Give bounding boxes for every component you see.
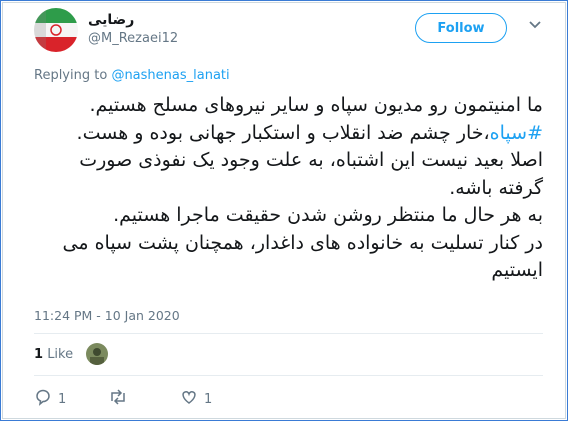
likes-label: Like <box>47 347 74 362</box>
liker-avatar[interactable] <box>86 343 108 365</box>
divider <box>34 333 543 334</box>
likes-count: 1 <box>34 347 44 362</box>
reply-context: Replying to @nashenas_lanati <box>34 68 230 83</box>
like-count: 1 <box>204 391 213 407</box>
reply-target-link[interactable]: @nashenas_lanati <box>111 68 229 83</box>
reply-count: 1 <box>58 391 67 407</box>
tweet-line: ما امنیتمون رو مدیون سپاه و سایر نیروهای… <box>89 94 543 116</box>
tweet-line: در کنار تسلیت به خانواده های داغدار، همچ… <box>62 231 543 282</box>
avatar[interactable] <box>34 8 78 52</box>
like-action[interactable]: 1 <box>180 388 212 410</box>
reply-prefix: Replying to <box>34 68 108 83</box>
user-handle[interactable]: @M_Rezaei12 <box>88 31 178 46</box>
tweet-line: #سپاه،خار چشم ضد انقلاب و استکبار جهانی … <box>34 120 543 148</box>
tweet-line: اصلا بعید نیست این اشتباه، به علت وجود ی… <box>79 149 543 199</box>
comment-icon[interactable] <box>34 388 52 410</box>
tweet-line-rest: ،خار چشم ضد انقلاب و استکبار جهانی بوده … <box>76 121 490 144</box>
tweet-line: به هر حال ما منتظر روشن شدن حقیقت ماجرا … <box>113 204 543 226</box>
retweet-action[interactable] <box>108 388 128 410</box>
tweet-text: ما امنیتمون رو مدیون سپاه و سایر نیروهای… <box>34 92 543 285</box>
likes-summary[interactable]: 1 Like <box>34 347 73 362</box>
display-name[interactable]: رضایی <box>88 12 134 28</box>
reply-action[interactable]: 1 <box>34 388 66 410</box>
retweet-icon[interactable] <box>108 388 128 410</box>
follow-button[interactable]: Follow <box>415 13 507 43</box>
tweet-timestamp[interactable]: 11:24 PM - 10 Jan 2020 <box>34 308 180 323</box>
heart-icon[interactable] <box>180 388 198 410</box>
hashtag-link[interactable]: #سپاه <box>490 122 543 144</box>
chevron-down-icon[interactable] <box>528 16 542 30</box>
divider <box>34 375 543 376</box>
